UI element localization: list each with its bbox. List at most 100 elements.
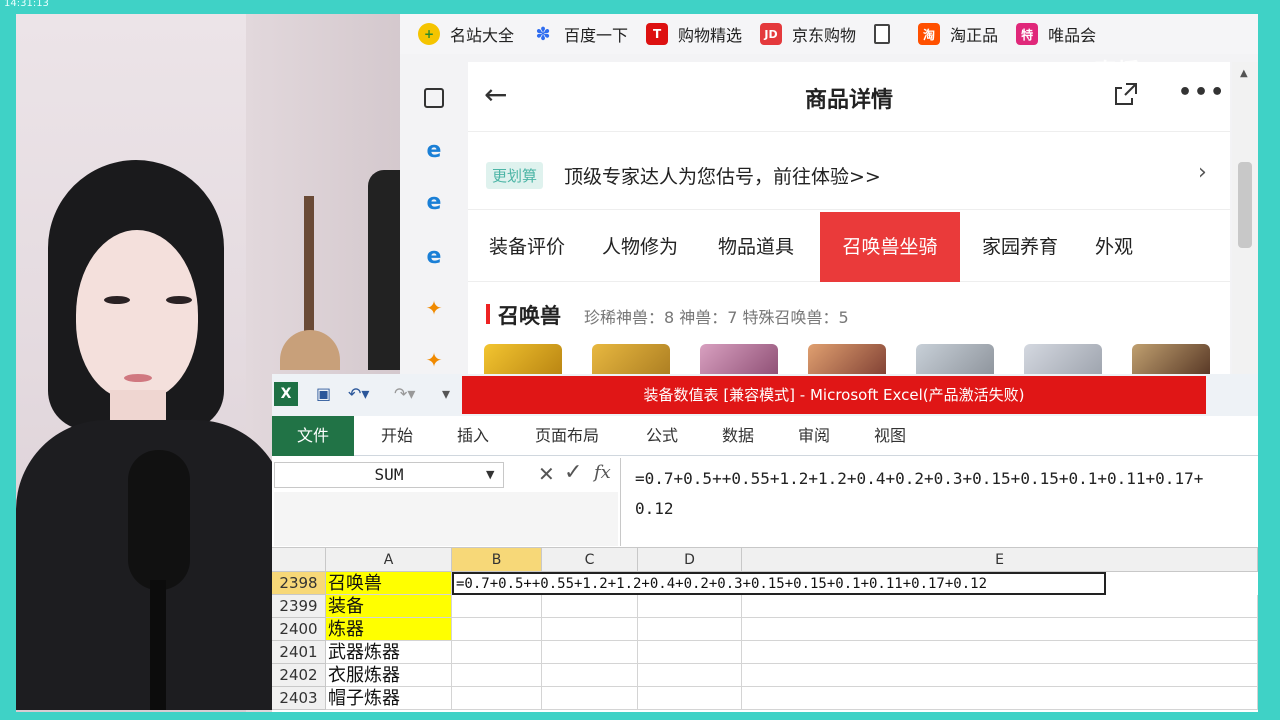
- summon-thumbnail[interactable]: [592, 344, 670, 374]
- cell[interactable]: [638, 641, 742, 664]
- tab-appearance[interactable]: 外观: [1084, 212, 1144, 282]
- tab-home[interactable]: 开始: [364, 416, 430, 456]
- cell[interactable]: [542, 664, 638, 687]
- microphone: [128, 450, 190, 590]
- section-stats: 珍稀神兽：8 神兽：7 特殊召唤兽：5: [584, 308, 849, 327]
- row-header[interactable]: 2400: [272, 618, 326, 641]
- cancel-x-icon[interactable]: ✕: [538, 462, 555, 486]
- browser-e-icon[interactable]: e: [422, 138, 446, 163]
- column-header-b[interactable]: B: [452, 548, 542, 572]
- cell[interactable]: [742, 618, 1258, 641]
- summon-thumbnail[interactable]: [484, 344, 562, 374]
- cell[interactable]: [542, 595, 638, 618]
- row-header[interactable]: 2398: [272, 572, 326, 595]
- cell[interactable]: [452, 687, 542, 710]
- tab-insert[interactable]: 插入: [440, 416, 506, 456]
- tab-items[interactable]: 物品道具: [706, 212, 806, 282]
- cell[interactable]: [452, 641, 542, 664]
- customize-toolbar-icon[interactable]: ▾: [442, 384, 450, 403]
- scrollbar-thumb[interactable]: [1238, 162, 1252, 248]
- undo-icon[interactable]: ↶▾: [348, 384, 369, 403]
- row-header[interactable]: 2399: [272, 595, 326, 618]
- cell-a2398[interactable]: 召唤兽: [326, 572, 452, 595]
- cell-a2399[interactable]: 装备: [326, 595, 452, 618]
- scroll-up-icon[interactable]: ▲: [1240, 68, 1248, 79]
- streamer-lips: [124, 374, 152, 382]
- tab-formulas[interactable]: 公式: [632, 416, 692, 456]
- column-header-d[interactable]: D: [638, 548, 742, 572]
- cell[interactable]: [638, 595, 742, 618]
- stream-top-bar: 14:31:13: [0, 0, 1280, 14]
- cell[interactable]: [542, 641, 638, 664]
- cell-b2398-editing[interactable]: =0.7+0.5++0.55+1.2+1.2+0.4+0.2+0.3+0.15+…: [452, 572, 1106, 595]
- select-all-corner[interactable]: [272, 548, 326, 572]
- enter-check-icon[interactable]: ✓: [564, 460, 582, 485]
- game-app-icon[interactable]: ✦: [422, 348, 446, 372]
- chevron-down-icon[interactable]: ▼: [486, 468, 494, 481]
- cell[interactable]: [542, 687, 638, 710]
- bookmark-jd[interactable]: JD 京东购物: [760, 22, 856, 46]
- browser-e-icon[interactable]: e: [422, 244, 446, 269]
- column-header-c[interactable]: C: [542, 548, 638, 572]
- row-header[interactable]: 2401: [272, 641, 326, 664]
- tabs-icon[interactable]: [422, 86, 446, 110]
- cell-a2402[interactable]: 衣服炼器: [326, 664, 452, 687]
- row-header[interactable]: 2402: [272, 664, 326, 687]
- column-header-a[interactable]: A: [326, 548, 452, 572]
- tab-homestead[interactable]: 家园养育: [970, 212, 1070, 282]
- save-icon[interactable]: ▣: [316, 384, 331, 403]
- summon-thumbnail[interactable]: [1132, 344, 1210, 374]
- game-app-icon[interactable]: ✦: [422, 296, 446, 320]
- section-accent-bar: [486, 304, 490, 324]
- tab-summon-mounts[interactable]: 召唤兽坐骑: [820, 212, 960, 282]
- summon-thumbnail[interactable]: [916, 344, 994, 374]
- cell-a2401[interactable]: 武器炼器: [326, 641, 452, 664]
- cell[interactable]: [452, 595, 542, 618]
- name-box[interactable]: SUM: [274, 462, 504, 488]
- cell[interactable]: [452, 664, 542, 687]
- excel-window: X ▣ ↶▾ ↷▾ ▾ 装备数值表 [兼容模式] - Microsoft Exc…: [272, 374, 1258, 712]
- cell[interactable]: [452, 618, 542, 641]
- tab-view[interactable]: 视图: [860, 416, 920, 456]
- vip-logo-icon: 特: [1016, 23, 1039, 45]
- insert-function-icon[interactable]: fx: [594, 462, 611, 483]
- more-icon[interactable]: •••: [1178, 80, 1226, 105]
- cell[interactable]: [742, 664, 1258, 687]
- tab-data[interactable]: 数据: [708, 416, 768, 456]
- tab-review[interactable]: 审阅: [784, 416, 844, 456]
- cell-a2400[interactable]: 炼器: [326, 618, 452, 641]
- summon-thumbnail[interactable]: [1024, 344, 1102, 374]
- cell[interactable]: [742, 641, 1258, 664]
- bookmark-document[interactable]: [874, 24, 900, 44]
- page-scrollbar[interactable]: ▲: [1232, 62, 1258, 374]
- tao-logo-icon: 淘: [918, 23, 941, 45]
- cell[interactable]: [638, 618, 742, 641]
- bookmark-gouwu[interactable]: T 购物精选: [646, 22, 742, 46]
- summon-thumbnail[interactable]: [808, 344, 886, 374]
- browser-e-icon[interactable]: e: [422, 190, 446, 215]
- promo-text: 顶级专家达人为您估号，前往体验>>: [564, 166, 881, 188]
- tab-page-layout[interactable]: 页面布局: [522, 416, 612, 456]
- excel-title-bar: X ▣ ↶▾ ↷▾ ▾ 装备数值表 [兼容模式] - Microsoft Exc…: [272, 374, 1258, 416]
- bookmark-vip[interactable]: 特 唯品会: [1016, 22, 1096, 46]
- bookmark-baidu[interactable]: ✽ 百度一下: [532, 22, 628, 46]
- promo-banner[interactable]: 更划算 顶级专家达人为您估号，前往体验>> ›: [468, 140, 1230, 210]
- bookmark-taozhengpin[interactable]: 淘 淘正品: [918, 22, 998, 46]
- tab-file[interactable]: 文件: [272, 416, 354, 456]
- background-object: [368, 170, 400, 370]
- formula-input[interactable]: =0.7+0.5++0.55+1.2+1.2+0.4+0.2+0.3+0.15+…: [620, 458, 1258, 546]
- tab-equipment[interactable]: 装备评价: [478, 212, 576, 282]
- cell[interactable]: [638, 664, 742, 687]
- cell[interactable]: [638, 687, 742, 710]
- cell-a2403[interactable]: 帽子炼器: [326, 687, 452, 710]
- cell[interactable]: [742, 687, 1258, 710]
- redo-icon[interactable]: ↷▾: [394, 384, 415, 403]
- bookmark-mingzhan[interactable]: + 名站大全: [418, 22, 514, 46]
- cell[interactable]: [742, 595, 1258, 618]
- cell[interactable]: [542, 618, 638, 641]
- summon-thumbnail[interactable]: [700, 344, 778, 374]
- row-header[interactable]: 2403: [272, 687, 326, 710]
- tab-cultivation[interactable]: 人物修为: [590, 212, 690, 282]
- stream-left-border: [0, 14, 16, 720]
- column-header-e[interactable]: E: [742, 548, 1258, 572]
